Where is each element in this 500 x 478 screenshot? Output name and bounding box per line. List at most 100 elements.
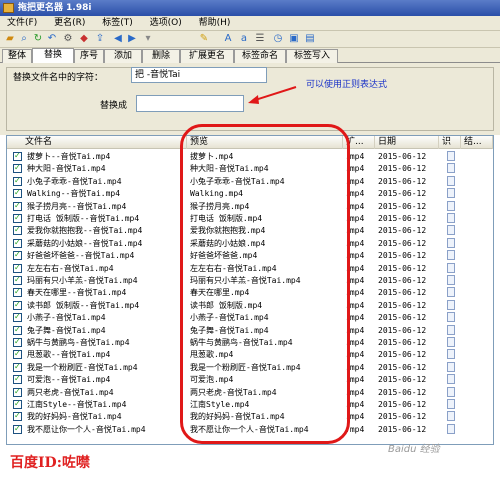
cell-date: 2015-06-12	[378, 214, 427, 223]
table-row[interactable]: 读书郎 饭制版--音悦Tai.mp4 读书郎 饭制版.mp4 .mp4 2015-06…	[7, 299, 493, 311]
table-row[interactable]: 兔子舞-音悦Tai.mp4 兔子舞-音悦Tai.mp4 .mp4 2015-06-12	[7, 324, 493, 336]
table-row[interactable]: 玛丽有只小羊羔-音悦Tai.mp4 玛丽有只小羊羔-音悦Tai.mp4 .mp4 20…	[7, 275, 493, 286]
undo-icon[interactable]: ↶	[46, 33, 58, 45]
arrow-left-icon[interactable]: ◀	[112, 33, 124, 45]
apply-icon[interactable]: ▤	[304, 33, 316, 45]
table-row[interactable]: 小燕子-音悦Tai.mp4 小燕子-音悦Tai.mp4 .mp4 2015-06-12	[7, 312, 493, 323]
row-checkbox[interactable]	[13, 163, 22, 174]
cell-extension: .mp4	[345, 387, 365, 397]
watermark: Baidu 经验	[388, 444, 440, 455]
row-checkbox[interactable]	[13, 201, 22, 211]
row-checkbox[interactable]	[13, 287, 22, 298]
cell-extension: .mp4	[345, 214, 365, 223]
cell-preview: 打电话 饭制版.mp4	[190, 214, 263, 223]
text-case-icon[interactable]: a	[238, 33, 250, 45]
tab-replace[interactable]: 替换	[32, 48, 74, 64]
menu-tag[interactable]: 标签(T)	[95, 16, 140, 31]
tab-add[interactable]: 添加	[104, 49, 142, 63]
row-checkbox[interactable]	[13, 225, 22, 236]
menu-options[interactable]: 选项(O)	[143, 16, 189, 31]
table-row[interactable]: 甩葱歌--音悦Tai.mp4 甩葱歌.mp4 .mp4 2015-06-12	[7, 349, 493, 360]
row-checkbox[interactable]	[13, 424, 22, 434]
row-checkbox[interactable]	[13, 337, 22, 347]
cell-filename: 爱我你就抱抱我--音悦Tai.mp4	[27, 226, 143, 236]
row-checkbox[interactable]	[13, 399, 22, 409]
table-row[interactable]: 江南Style--音悦Tai.mp4 江南Style.mp4 .mp4 2015-06…	[7, 399, 493, 410]
row-checkbox[interactable]	[13, 374, 22, 385]
cell-preview: 兔子舞-音悦Tai.mp4	[190, 325, 269, 335]
tab-overall[interactable]: 整体	[2, 49, 32, 63]
menu-file[interactable]: 文件(F)	[0, 16, 44, 31]
title-bar: 拖把更名器 1.98i	[0, 0, 500, 16]
table-row[interactable]: Walking--音悦Tai.mp4 Walking.mp4 .mp4 2015-06…	[7, 188, 493, 199]
table-row[interactable]: 我的好妈妈-音悦Tai.mp4 我的好妈妈-音悦Tai.mp4 .mp4 2015-0…	[7, 411, 493, 422]
cell-extension: .mp4	[345, 400, 365, 409]
settings-icon[interactable]: ⚙	[62, 33, 74, 45]
search-icon[interactable]: ⌕	[18, 33, 30, 45]
tab-tag-write[interactable]: 标签写入	[286, 49, 338, 63]
table-row[interactable]: 打电话 饭制版--音悦Tai.mp4 打电话 饭制版.mp4 .mp4 2015-06…	[7, 213, 493, 224]
table-row[interactable]: 拔萝卜--音悦Tai.mp4 拔萝卜.mp4 .mp4 2015-06-12	[7, 151, 493, 162]
table-row[interactable]: 蜗牛与黄鹂鸟-音悦Tai.mp4 蜗牛与黄鹂鸟-音悦Tai.mp4 .mp4 2015…	[7, 337, 493, 348]
tab-tag-naming[interactable]: 标签命名	[234, 49, 286, 63]
row-checkbox[interactable]	[13, 176, 22, 186]
cell-preview: 种大阳-音悦Tai.mp4	[190, 164, 269, 174]
cell-extension: .mp4	[345, 375, 365, 385]
table-row[interactable]: 爱我你就抱抱我--音悦Tai.mp4 爱我你就抱抱我.mp4 .mp4 2015-06…	[7, 225, 493, 236]
file-list[interactable]: 文件名 预览 扩... 日期 识 结... 拔萝卜--音悦Tai.mp4 拔萝卜.…	[6, 135, 494, 445]
row-checkbox[interactable]	[13, 151, 22, 161]
row-checkbox[interactable]	[13, 349, 22, 360]
row-checkbox[interactable]	[13, 362, 22, 372]
table-row[interactable]: 采蘑菇的小姑娘--音悦Tai.mp4 采蘑菇的小姑娘.mp4 .mp4 2015-06…	[7, 237, 493, 249]
column-header-filename[interactable]: 文件名	[7, 136, 187, 149]
row-checkbox[interactable]	[13, 387, 22, 397]
dropdown-icon[interactable]: ▾	[142, 33, 154, 45]
row-checkbox[interactable]	[13, 213, 22, 223]
table-row[interactable]: 春天在哪里--音悦Tai.mp4 春天在哪里.mp4 .mp4 2015-06-12	[7, 287, 493, 298]
row-checkbox[interactable]	[13, 325, 22, 335]
row-checkbox[interactable]	[13, 250, 22, 261]
row-checkbox[interactable]	[13, 275, 22, 285]
cell-date: 2015-06-12	[378, 189, 427, 199]
table-row[interactable]: 我是一个粉刷匠-音悦Tai.mp4 我是一个粉刷匠-音悦Tai.mp4 .mp4 20…	[7, 361, 493, 373]
tag-icon[interactable]: ◆	[78, 33, 90, 45]
table-row[interactable]: 可爱泡--音悦Tai.mp4 可爱泡.mp4 .mp4 2015-06-12	[7, 374, 493, 385]
clock-icon[interactable]: ◷	[272, 33, 284, 45]
menu-rename[interactable]: 更名(R)	[47, 16, 92, 31]
column-header-preview[interactable]: 预览	[187, 136, 343, 149]
table-row[interactable]: 我不愿让你一个人-音悦Tai.mp4 我不愿让你一个人-音悦Tai.mp4 .mp4…	[7, 423, 493, 435]
cell-filename: 好爸爸坏爸爸--音悦Tai.mp4	[27, 251, 135, 261]
tab-extended-rename[interactable]: 扩展更名	[180, 49, 234, 63]
row-checkbox[interactable]	[13, 312, 22, 323]
row-checkbox[interactable]	[13, 300, 22, 310]
cell-date: 2015-06-12	[378, 325, 427, 335]
menu-help[interactable]: 帮助(H)	[192, 16, 238, 31]
row-checkbox[interactable]	[13, 411, 22, 422]
table-row[interactable]: 猴子捞月亮--音悦Tai.mp4 猴子捞月亮.mp4 .mp4 2015-06-12	[7, 200, 493, 212]
row-checkbox[interactable]	[13, 238, 22, 248]
column-header-date[interactable]: 日期	[375, 136, 439, 149]
table-row[interactable]: 两只老虎-音悦Tai.mp4 两只老虎-音悦Tai.mp4 .mp4 2015-06-…	[7, 386, 493, 398]
table-row[interactable]: 左左右右-音悦Tai.mp4 左左右右-音悦Tai.mp4 .mp4 2015-06-…	[7, 262, 493, 274]
table-row[interactable]: 小兔子乖乖-音悦Tai.mp4 小兔子乖乖-音悦Tai.mp4 .mp4 2015-0…	[7, 175, 493, 187]
cell-filename: Walking--音悦Tai.mp4	[27, 189, 121, 199]
open-folder-icon[interactable]: ▰	[4, 33, 16, 45]
column-header-extension[interactable]: 扩...	[343, 136, 375, 149]
row-checkbox[interactable]	[13, 188, 22, 199]
tab-delete[interactable]: 删除	[142, 49, 180, 63]
column-header-result[interactable]: 结...	[461, 136, 493, 149]
column-header-identify[interactable]: 识	[439, 136, 461, 149]
cell-extension: .mp4	[345, 189, 365, 199]
table-row[interactable]: 种大阳-音悦Tai.mp4 种大阳-音悦Tai.mp4 .mp4 2015-06-12	[7, 163, 493, 174]
cell-filename: 玛丽有只小羊羔-音悦Tai.mp4	[27, 276, 138, 285]
tab-sequence[interactable]: 序号	[74, 49, 104, 63]
export-icon[interactable]: ⇪	[94, 33, 106, 45]
arrow-right-icon[interactable]: ▶	[126, 33, 138, 45]
row-checkbox[interactable]	[13, 263, 22, 273]
font-icon[interactable]: A	[222, 33, 234, 45]
table-row[interactable]: 好爸爸坏爸爸--音悦Tai.mp4 好爸爸坏爸爸.mp4 .mp4 2015-06-1…	[7, 250, 493, 261]
preview-icon[interactable]: ▣	[288, 33, 300, 45]
wand-icon[interactable]: ✎	[198, 33, 210, 45]
list-icon[interactable]: ☰	[254, 33, 266, 45]
refresh-icon[interactable]: ↻	[32, 33, 44, 45]
